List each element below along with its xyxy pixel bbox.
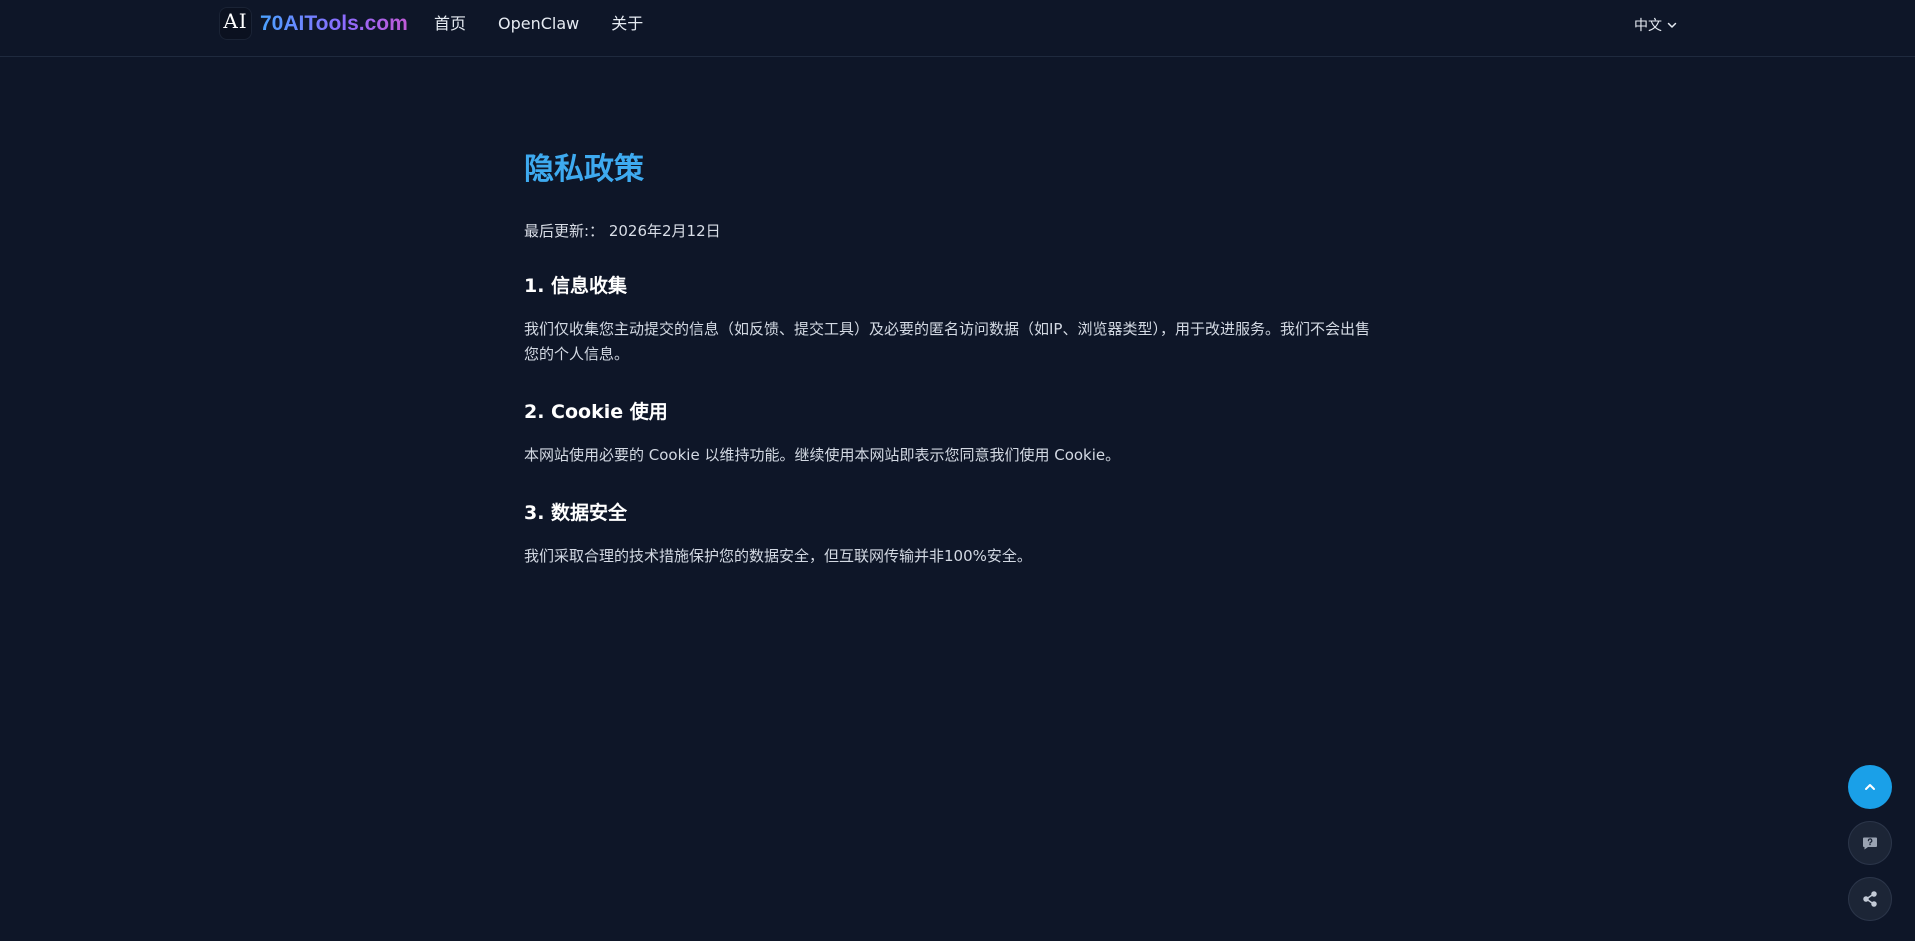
main-nav: 首页 OpenClaw 关于: [434, 14, 643, 34]
nav-home[interactable]: 首页: [434, 14, 466, 34]
language-label: 中文: [1634, 18, 1662, 34]
logo-text: 70AITools.com: [260, 11, 408, 35]
section-title: 1. 信息收集: [524, 275, 628, 297]
page-title: 隐私政策: [524, 152, 644, 187]
section-title: 3. 数据安全: [524, 502, 628, 524]
section-info-collection: 1. 信息收集 我们仅收集您主动提交的信息（如反馈、提交工具）及必要的匿名访问数…: [524, 273, 1384, 367]
section-data-security: 3. 数据安全 我们采取合理的技术措施保护您的数据安全，但互联网传输并非100%…: [524, 500, 1384, 569]
policy-content: 隐私政策 最后更新:： 2026年2月12日 1. 信息收集 我们仅收集您主动提…: [524, 150, 1384, 569]
nav-openclaw[interactable]: OpenClaw: [498, 14, 579, 34]
feedback-icon: [1863, 837, 1877, 850]
share-icon: [1863, 891, 1877, 907]
last-updated: 最后更新:： 2026年2月12日: [524, 222, 721, 240]
site-header: AI 70AITools.com 首页 OpenClaw 关于 中文: [0, 0, 1915, 57]
site-logo[interactable]: AI 70AITools.com: [219, 7, 408, 40]
section-body: 我们采取合理的技术措施保护您的数据安全，但互联网传输并非100%安全。: [524, 547, 1032, 565]
chevron-down-icon: [1667, 22, 1677, 28]
language-selector[interactable]: 中文: [1634, 15, 1678, 35]
section-body: 我们仅收集您主动提交的信息（如反馈、提交工具）及必要的匿名访问数据（如IP、浏览…: [524, 320, 1370, 363]
section-title: 2. Cookie 使用: [524, 401, 668, 423]
logo-mark: AI: [219, 7, 252, 40]
section-body: 本网站使用必要的 Cookie 以维持功能。继续使用本网站即表示您同意我们使用 …: [524, 446, 1121, 464]
back-to-top-button[interactable]: [1848, 765, 1892, 809]
section-cookie: 2. Cookie 使用 本网站使用必要的 Cookie 以维持功能。继续使用本…: [524, 399, 1384, 468]
chevron-up-icon: [1865, 784, 1875, 790]
nav-about[interactable]: 关于: [611, 14, 643, 34]
share-button[interactable]: [1848, 877, 1892, 921]
feedback-button[interactable]: [1848, 821, 1892, 865]
